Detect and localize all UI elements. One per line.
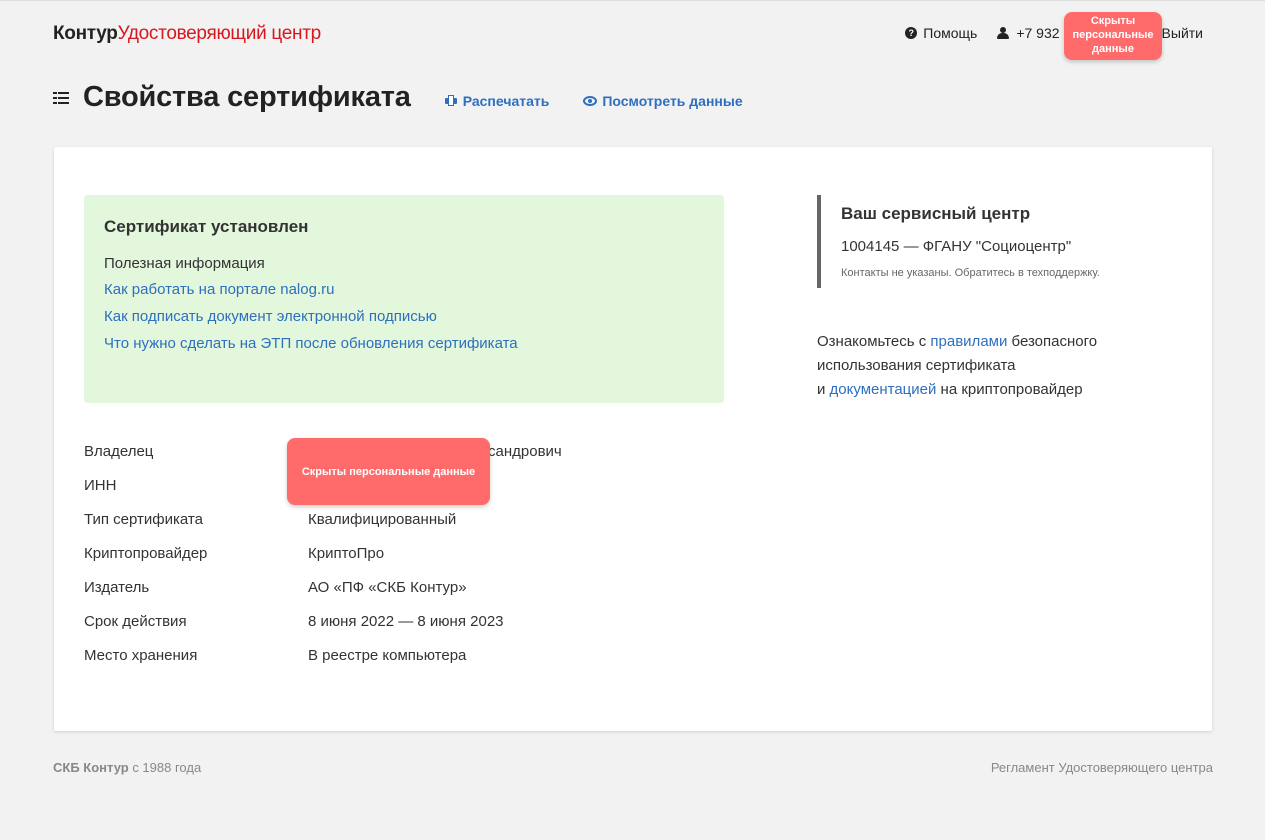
property-label: ИНН (84, 477, 117, 494)
footer-company: СКБ Контур (53, 760, 129, 775)
eye-icon (583, 95, 598, 106)
print-label: Распечатать (462, 92, 550, 109)
rules-text-part: и (817, 381, 830, 398)
property-value: 8 июня 2022 — 8 июня 2023 (308, 613, 504, 630)
logo[interactable]: КонтурУдостоверяющий центр (53, 23, 321, 45)
printer-icon (444, 95, 457, 106)
user-account[interactable]: +7 932 (997, 25, 1060, 41)
redaction-overlay-owner: Скрыты персональные данные (287, 438, 490, 505)
print-button[interactable]: Распечатать (444, 92, 550, 109)
footer-since: с 1988 года (128, 760, 202, 775)
service-center: Ваш сервисный центр 1004145 — ФГАНУ "Соц… (817, 195, 1100, 288)
property-value: КриптоПро (308, 545, 385, 562)
property-row-crypto: Криптопровайдер КриптоПро (84, 545, 562, 579)
property-row-issuer: Издатель АО «ПФ «СКБ Контур» (84, 579, 562, 613)
service-center-title: Ваш сервисный центр (841, 204, 1031, 223)
link-nalog-portal[interactable]: Как работать на портале nalog.ru (104, 281, 704, 298)
footer-copyright: СКБ Контур с 1988 года (53, 760, 201, 775)
property-value: АО «ПФ «СКБ Контур» (308, 579, 467, 596)
property-value: сандрович (488, 443, 562, 460)
user-icon (997, 27, 1010, 39)
property-label: Тип сертификата (84, 511, 203, 528)
logo-brand: Контур (53, 23, 118, 44)
page-title: Свойства сертификата (83, 81, 411, 113)
property-row-storage: Место хранения В реестре компьютера (84, 647, 562, 681)
status-title: Сертификат установлен (104, 217, 309, 236)
property-label: Криптопровайдер (84, 545, 208, 562)
rules-link[interactable]: правилами (930, 333, 1007, 350)
rules-text: Ознакомьтесь с правилами безопасного исп… (817, 330, 1137, 402)
status-box: Сертификат установлен Полезная информаци… (84, 195, 724, 403)
link-etp-update[interactable]: Что нужно сделать на ЭТП после обновлени… (104, 335, 704, 352)
property-label: Место хранения (84, 647, 198, 664)
redaction-overlay-header: Скрыты персональные данные (1064, 12, 1162, 60)
view-data-button[interactable]: Посмотреть данные (583, 92, 743, 109)
property-row-validity: Срок действия 8 июня 2022 — 8 июня 2023 (84, 613, 562, 647)
title-row: Свойства сертификата Распечатать Посмотр… (53, 81, 743, 114)
property-value: Квалифицированный (308, 511, 457, 528)
link-sign-document[interactable]: Как подписать документ электронной подпи… (104, 308, 704, 325)
service-center-name: 1004145 — ФГАНУ "Социоцентр" (841, 238, 1072, 255)
rules-text-part: Ознакомьтесь с (817, 333, 931, 350)
regulation-link[interactable]: Регламент Удостоверяющего центра (991, 760, 1213, 775)
logo-product: Удостоверяющий центр (117, 23, 322, 44)
rules-text-part: на криптопровайдер (936, 381, 1083, 398)
question-circle-icon: ? (905, 27, 918, 39)
property-label: Владелец (84, 443, 154, 460)
menu-list-icon[interactable] (53, 91, 69, 104)
documentation-link[interactable]: документацией (830, 381, 937, 398)
property-label: Издатель (84, 579, 150, 596)
user-phone: +7 932 (1016, 25, 1060, 41)
help-link[interactable]: ? Помощь (905, 25, 977, 41)
view-data-label: Посмотреть данные (602, 92, 743, 109)
help-label: Помощь (923, 25, 978, 41)
service-center-note: Контакты не указаны. Обратитесь в техпод… (841, 267, 1100, 279)
property-row-type: Тип сертификата Квалифицированный (84, 511, 562, 545)
logout-link[interactable]: Выйти (1162, 25, 1203, 41)
property-label: Срок действия (84, 613, 187, 630)
certificate-card: Сертификат установлен Полезная информаци… (54, 147, 1212, 731)
property-value: В реестре компьютера (308, 647, 467, 664)
useful-info-heading: Полезная информация (104, 255, 265, 272)
